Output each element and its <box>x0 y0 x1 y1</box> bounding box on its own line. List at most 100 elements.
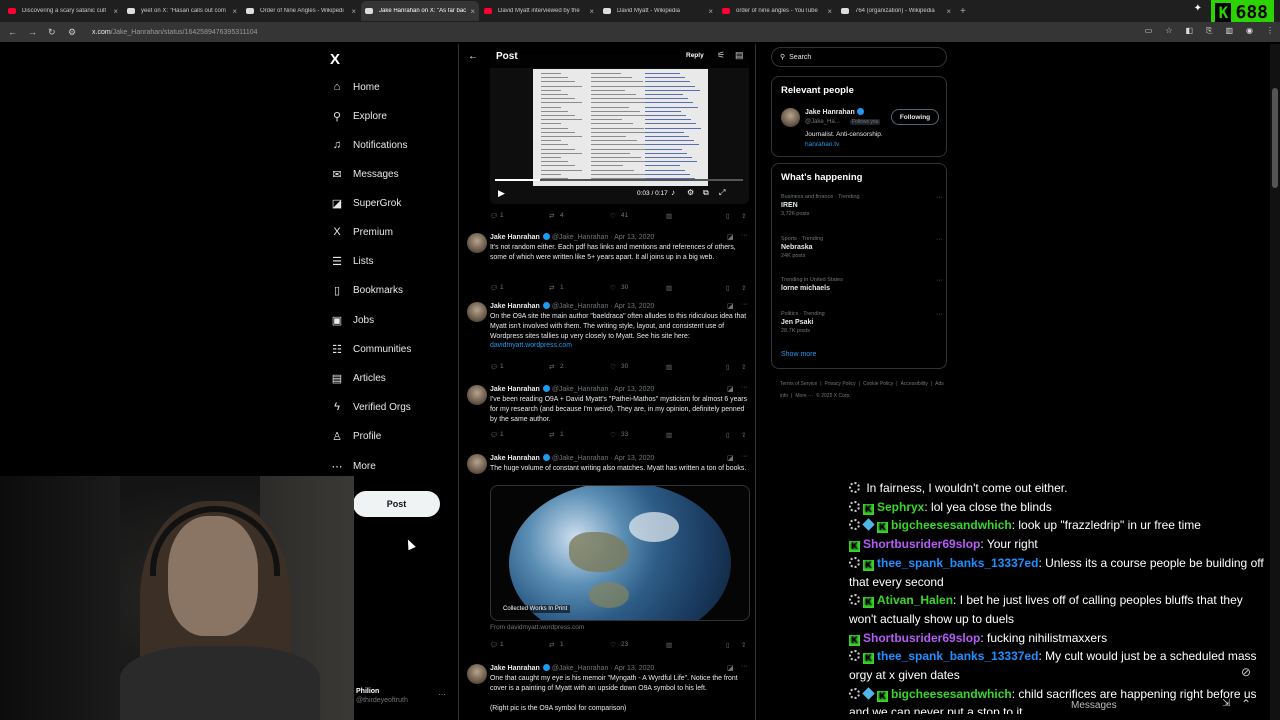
trend-item[interactable]: Trending in United States lorne michaels ·… <box>781 277 943 292</box>
close-icon[interactable]: × <box>589 7 594 16</box>
more-icon[interactable]: ··· <box>741 301 748 308</box>
reply-icon[interactable]: 💬︎ <box>490 641 498 649</box>
chat-settings-icon[interactable]: ⊘ <box>1241 665 1251 679</box>
reply-icon[interactable]: 💬︎ <box>490 284 498 292</box>
author-name[interactable]: Jake Hanrahan <box>490 386 540 393</box>
repost-icon[interactable]: ⇄ <box>549 212 554 220</box>
account-switcher[interactable]: Philion @thirdeyeoftruth <box>356 688 408 704</box>
sidebar-item-premium[interactable]: X Premium <box>330 222 393 242</box>
show-more-link[interactable]: Show more <box>781 351 816 358</box>
sidebar-item-lists[interactable]: ☰ Lists <box>330 251 374 271</box>
video-player[interactable]: ▶ 0:03 / 0:17 ♪ ⚙ ⧉ ⤢ <box>490 54 749 204</box>
footer-link[interactable]: Cookie Policy <box>863 381 893 387</box>
chat-username[interactable]: Shortbusrider69slop <box>863 631 980 645</box>
sidebar-item-more[interactable]: ⋯ More <box>330 456 376 476</box>
like-icon[interactable]: ♡ <box>610 212 616 220</box>
like-icon[interactable]: ♡ <box>610 363 616 371</box>
sidebar-item-verified-orgs[interactable]: ϟ Verified Orgs <box>330 397 411 417</box>
avatar[interactable] <box>467 454 487 474</box>
back-arrow-icon[interactable]: ← <box>8 27 20 37</box>
person-link[interactable]: hanrahan.tv <box>805 141 839 148</box>
sidebar-item-profile[interactable]: ♙ Profile <box>330 426 381 446</box>
avatar[interactable] <box>467 385 487 405</box>
close-icon[interactable]: × <box>827 7 832 16</box>
browser-menu-icon[interactable]: ⋮ <box>1266 26 1274 36</box>
chat-username[interactable]: bigcheesesandwhich <box>891 518 1012 532</box>
reply-icon[interactable]: 💬︎ <box>490 363 498 371</box>
bookmark-icon[interactable]: ▯ <box>726 641 730 649</box>
reader-view-icon[interactable]: ▤ <box>735 50 744 61</box>
scrollbar-thumb[interactable] <box>1272 88 1278 188</box>
profile-icon[interactable]: ◉ <box>1246 26 1253 36</box>
sidebar-item-articles[interactable]: ▤ Articles <box>330 368 386 388</box>
like-icon[interactable]: ♡ <box>610 641 616 649</box>
browser-tab[interactable]: 764 (organization) - Wikipedia × <box>837 1 955 21</box>
close-icon[interactable]: × <box>113 7 118 16</box>
chat-username[interactable]: bigcheesesandwhich <box>891 687 1012 701</box>
trend-item[interactable]: Sports · Trending Nebraska 24K posts ··· <box>781 236 943 259</box>
bookmark-icon[interactable]: ▯ <box>726 431 730 439</box>
site-info-icon[interactable]: ⚙ <box>68 27 80 38</box>
reply-icon[interactable]: 💬︎ <box>490 212 498 220</box>
account-more-icon[interactable]: ··· <box>438 690 446 699</box>
grok-icon[interactable]: ◪ <box>727 664 734 672</box>
browser-tab[interactable]: yeet on X: "Hasan calls out com × <box>123 1 241 21</box>
person-name[interactable]: Jake Hanrahan <box>805 108 864 116</box>
screenshot-icon[interactable]: ⎘ <box>1206 26 1212 36</box>
share-icon[interactable]: ⇪ <box>741 284 746 292</box>
reply-icon[interactable]: 💬︎ <box>490 431 498 439</box>
avatar[interactable] <box>467 233 487 253</box>
browser-tab[interactable]: Order of Nine Angles - Wikipedi × <box>242 1 360 21</box>
chat-popout-icon[interactable]: ⇲ <box>1222 698 1230 709</box>
grok-icon[interactable]: ◪ <box>727 302 734 310</box>
forward-arrow-icon[interactable]: → <box>28 27 40 37</box>
following-button[interactable]: Following <box>891 109 939 125</box>
browser-tab[interactable]: David Myatt - Wikipedia × <box>599 1 717 21</box>
more-icon[interactable]: ··· <box>741 663 748 670</box>
share-icon[interactable]: ⇪ <box>741 641 746 649</box>
url-field[interactable]: x.com/Jake_Hanrahan/status/1642589476395… <box>92 29 258 36</box>
extensions-icon[interactable]: ◧ <box>1185 26 1193 36</box>
grok-icon[interactable]: ◪ <box>727 454 734 462</box>
close-icon[interactable]: × <box>708 7 713 16</box>
author-name[interactable]: Jake Hanrahan <box>490 234 540 241</box>
close-icon[interactable]: × <box>946 7 951 16</box>
tweet-media-card[interactable]: Collected Works In Print <box>490 485 750 621</box>
sidebar-item-bookmarks[interactable]: ▯ Bookmarks <box>330 280 403 300</box>
author-name[interactable]: Jake Hanrahan <box>490 303 540 310</box>
close-icon[interactable]: × <box>232 7 237 16</box>
footer-link[interactable]: More ··· <box>795 393 813 399</box>
more-icon[interactable]: ··· <box>936 311 943 318</box>
grok-icon[interactable]: ◪ <box>727 233 734 241</box>
chat-collapse-icon[interactable]: ⌃ <box>1241 697 1251 711</box>
avatar[interactable] <box>781 108 800 127</box>
repost-icon[interactable]: ⇄ <box>549 431 554 439</box>
more-icon[interactable]: ··· <box>741 232 748 239</box>
new-tab-icon[interactable]: + <box>960 6 966 17</box>
share-icon[interactable]: ⇪ <box>741 212 746 220</box>
more-icon[interactable]: ··· <box>741 384 748 391</box>
sidebar-icon[interactable]: ▥ <box>1225 26 1233 36</box>
sidebar-item-messages[interactable]: ✉ Messages <box>330 164 398 184</box>
more-icon[interactable]: ··· <box>936 236 943 243</box>
chat-username[interactable]: thee_spank_banks_13337ed <box>877 649 1038 663</box>
sparkle-icon[interactable]: ✦ <box>1194 3 1202 14</box>
page-scrollbar[interactable] <box>1270 44 1280 720</box>
repost-icon[interactable]: ⇄ <box>549 363 554 371</box>
sidebar-item-jobs[interactable]: ▣ Jobs <box>330 310 374 330</box>
browser-tab[interactable]: order of nine angles - YouTube × <box>718 1 836 21</box>
like-icon[interactable]: ♡ <box>610 431 616 439</box>
grok-icon[interactable]: ◪ <box>727 385 734 393</box>
chat-username[interactable]: thee_spank_banks_13337ed <box>877 556 1038 570</box>
views-icon[interactable]: ▥ <box>666 284 672 292</box>
repost-icon[interactable]: ⇄ <box>549 641 554 649</box>
repost-icon[interactable]: ⇄ <box>549 284 554 292</box>
more-icon[interactable]: ··· <box>936 277 943 284</box>
back-arrow-icon[interactable]: ← <box>468 51 478 62</box>
reload-icon[interactable]: ↻ <box>48 27 60 38</box>
trend-item[interactable]: Politics · Trending Jen Psaki 28.7K posts ·… <box>781 311 943 334</box>
author-name[interactable]: Jake Hanrahan <box>490 665 540 672</box>
share-icon[interactable]: ⇪ <box>741 431 746 439</box>
share-icon[interactable]: ⇪ <box>741 363 746 371</box>
pip-icon[interactable]: ⧉ <box>703 188 709 198</box>
